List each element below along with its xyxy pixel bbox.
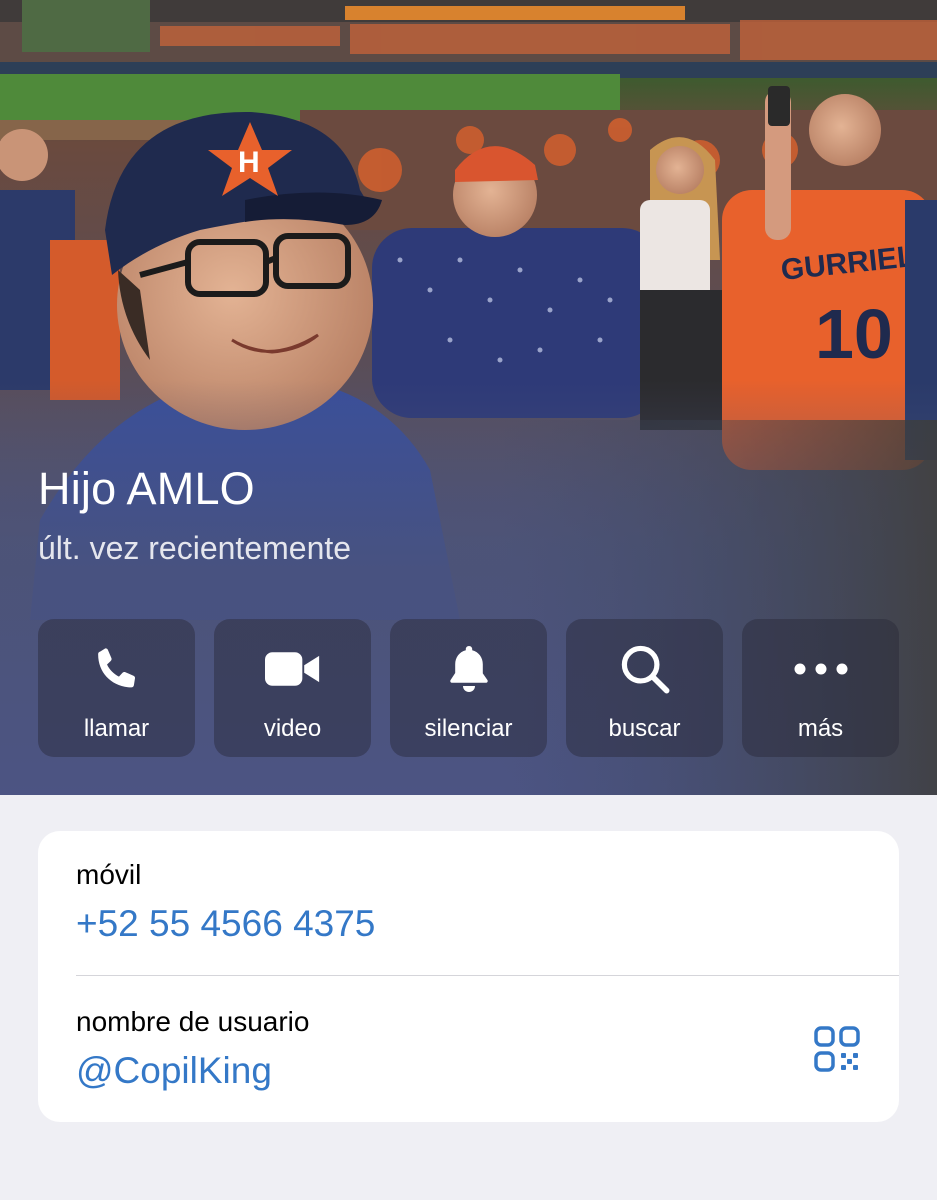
bell-icon — [441, 641, 497, 697]
video-camera-icon — [264, 641, 321, 697]
call-button-label: llamar — [83, 715, 150, 742]
video-call-button-label: video — [263, 715, 322, 742]
call-button[interactable]: llamar — [38, 619, 195, 757]
search-button[interactable]: buscar — [566, 619, 723, 757]
phone-number-link[interactable]: +52 55 4566 4375 — [76, 903, 899, 945]
mute-button-label: silenciar — [424, 715, 513, 742]
row-divider — [76, 975, 899, 976]
mute-button[interactable]: silenciar — [390, 619, 547, 757]
profile-photo-header: GURRIEL 10 H Hijo AMLO últ. vez reciente… — [0, 0, 937, 795]
last-seen-status: últ. vez recientemente — [38, 530, 352, 566]
phone-icon — [89, 641, 145, 697]
username-label: nombre de usuario — [76, 1006, 310, 1037]
qr-code-icon — [814, 1026, 860, 1072]
username-link[interactable]: @CopilKing — [76, 1050, 899, 1092]
more-button-label: más — [797, 715, 844, 742]
cap-logo-letter: H — [238, 146, 260, 179]
more-dots-icon — [793, 641, 849, 697]
search-button-label: buscar — [608, 715, 681, 742]
video-call-button[interactable]: video — [214, 619, 371, 757]
more-button[interactable]: más — [742, 619, 899, 757]
action-buttons-row: llamar video silenciar buscar más — [38, 619, 899, 757]
contact-name: Hijo AMLO — [38, 463, 255, 514]
search-icon — [617, 641, 673, 697]
phone-row[interactable]: móvil +52 55 4566 4375 — [76, 859, 899, 945]
qr-code-button[interactable] — [813, 1025, 861, 1073]
phone-label: móvil — [76, 859, 142, 890]
contact-info-card: móvil +52 55 4566 4375 nombre de usuario… — [38, 831, 899, 1122]
username-row[interactable]: nombre de usuario @CopilKing — [76, 1006, 899, 1092]
jersey-number-text: 10 — [815, 295, 893, 373]
